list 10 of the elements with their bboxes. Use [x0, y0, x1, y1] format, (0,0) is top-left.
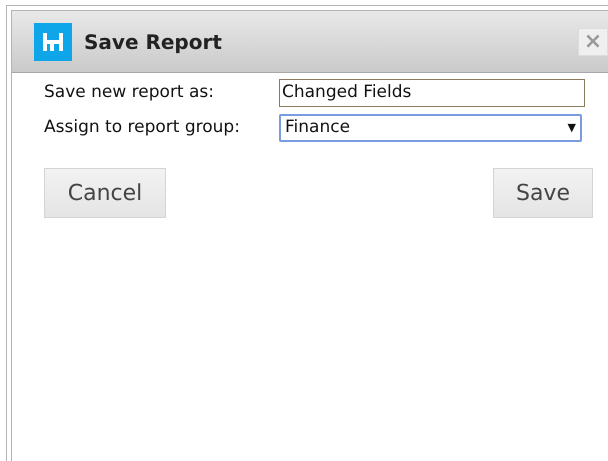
cancel-button[interactable]: Cancel	[44, 168, 166, 218]
report-name-field[interactable]: Changed Fields	[279, 79, 585, 107]
select-value: Finance	[285, 116, 350, 140]
save-button[interactable]: Save	[493, 168, 593, 218]
caret-icon: ▼	[568, 120, 576, 136]
report-group-select[interactable]: Finance ▼	[279, 114, 582, 142]
field-label: Assign to report group:	[44, 116, 241, 140]
field-label: Save new report as:	[44, 81, 215, 104]
dialog-title: Save Report	[84, 28, 222, 56]
logo-icon	[34, 22, 72, 60]
